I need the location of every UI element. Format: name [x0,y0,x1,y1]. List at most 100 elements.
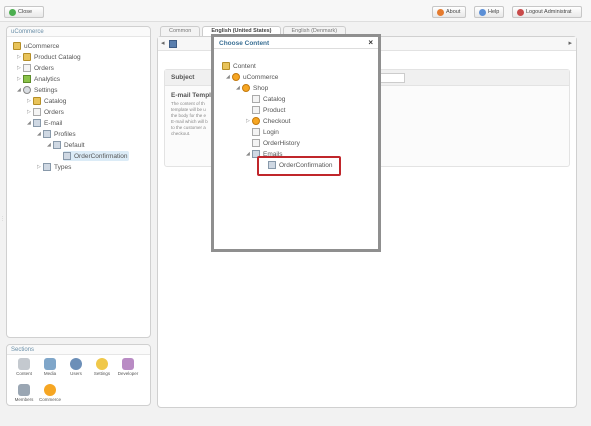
scroll-left-icon[interactable]: ◂ [161,39,165,47]
section-developer[interactable]: Developer [116,358,140,376]
tree-label: OrderHistory [263,139,300,147]
settings-icon [96,358,108,370]
close-button[interactable]: Close [4,6,44,18]
orders-icon [23,64,31,72]
close-button-label: Close [18,9,33,15]
dialog-tree-shop[interactable]: ◢ Shop [236,83,268,93]
tree-label: Default [64,141,85,149]
default-profile-icon [53,141,61,149]
catalog-icon [23,53,31,61]
template-desc-line: checkout. [171,131,191,136]
help-button-label: Help [488,9,500,15]
tree-label: Analytics [34,75,61,83]
dialog-tree-login[interactable]: Login [252,127,279,137]
section-label: Content [16,371,32,376]
section-commerce[interactable]: Commerce [38,384,62,402]
email-template-icon [63,152,71,160]
section-label: Members [14,397,34,402]
sections-title: Sections [7,345,150,355]
save-icon[interactable] [169,40,177,48]
about-button-label: About [446,9,461,15]
logout-button-label: Logout Administrat [526,9,572,15]
tree-item-analytics[interactable]: ▷ Analytics [17,74,60,84]
catalog-icon [33,97,41,105]
tree-label: Types [54,163,72,171]
dialog-title: Choose Content [219,40,270,47]
about-icon [437,8,444,16]
tree-label: Orders [34,64,54,72]
tree-item-settings-orders[interactable]: ▷ Orders [27,107,64,117]
folder-icon [222,62,230,70]
email-icon [33,119,41,127]
section-label: Commerce [38,397,61,402]
page-icon [252,95,260,103]
section-users[interactable]: Users [64,358,88,376]
ucommerce-icon [232,73,240,81]
tree-item-ucommerce[interactable]: uCommerce [13,41,59,51]
tree-label: Product Catalog [34,53,81,61]
tab-common[interactable]: Common [160,26,201,36]
tree-label: E-mail [44,119,63,127]
tree-item-product-catalog[interactable]: ▷ Product Catalog [17,52,81,62]
tree-item-catalog[interactable]: ▷ Catalog [27,96,66,106]
help-icon [479,8,486,16]
logout-button[interactable]: Logout Administrat [512,6,582,18]
section-content[interactable]: Content [12,358,36,376]
about-button[interactable]: About [432,6,466,18]
subject-label: Subject [171,74,195,81]
dialog-tree-checkout[interactable]: ▷ Checkout [246,116,290,126]
tree-item-default[interactable]: ◢ Default [47,140,85,150]
tree-label: uCommerce [24,42,60,50]
section-label: Settings [93,371,111,376]
section-settings[interactable]: Settings [90,358,114,376]
tree-item-types[interactable]: ▷ Types [37,162,71,172]
template-description: The content of th template will be u the… [171,101,208,137]
dialog-tree-catalog[interactable]: Catalog [252,94,285,104]
tree-label: Catalog [44,97,67,105]
analytics-icon [23,75,31,83]
dialog-tree-product[interactable]: Product [252,105,285,115]
types-icon [43,163,51,171]
tree-label: Shop [253,84,269,92]
choose-content-dialog: Choose Content × Content ◢ uCommerce ◢ Sho… [211,34,381,252]
content-icon [18,358,30,370]
tree-label: uCommerce [243,73,279,81]
tree-label: Orders [44,108,64,116]
tree-item-email[interactable]: ◢ E-mail [27,118,62,128]
dialog-tree-content[interactable]: Content [222,61,256,71]
scroll-right-icon[interactable]: ▸ [568,39,572,47]
dialog-close-button[interactable]: × [368,38,373,47]
top-toolbar: Close About Help Logout Administrat [0,0,591,22]
media-icon [44,358,56,370]
checkout-icon [252,117,260,125]
dialog-tree-ucommerce[interactable]: ◢ uCommerce [226,72,278,82]
tree-label: Profiles [54,130,76,138]
tree-label: Checkout [263,117,291,125]
selection-highlight-box [257,156,341,176]
panel-resize-handle[interactable]: ⋮ [0,216,5,230]
content-tree-panel: uCommerce uCommerce ▷ Product Catalog ▷ Or… [6,26,151,338]
developer-icon [122,358,134,370]
section-members[interactable]: Members [12,384,36,402]
dialog-tree-orderhistory[interactable]: OrderHistory [252,138,300,148]
tree-label: Login [263,128,279,136]
section-label: Users [70,371,82,376]
tree-item-settings[interactable]: ◢ Settings [17,85,58,95]
template-heading: E-mail Templa [171,92,215,99]
tree-item-profiles[interactable]: ◢ Profiles [37,129,76,139]
logout-icon [517,8,524,16]
tree-item-orders[interactable]: ▷ Orders [17,63,54,73]
help-button[interactable]: Help [474,6,504,18]
settings-icon [23,86,31,94]
section-media[interactable]: Media [38,358,62,376]
profiles-icon [43,130,51,138]
members-icon [18,384,30,396]
commerce-icon [44,384,56,396]
dialog-title-bar: Choose Content × [214,37,378,49]
tree-panel-title: uCommerce [7,27,150,37]
section-label: Media [43,371,57,376]
tree-item-order-confirmation[interactable]: OrderConfirmation [63,151,130,161]
tree-label: OrderConfirmation [74,152,128,160]
close-green-icon [9,8,16,16]
section-label: Developer [117,371,139,376]
